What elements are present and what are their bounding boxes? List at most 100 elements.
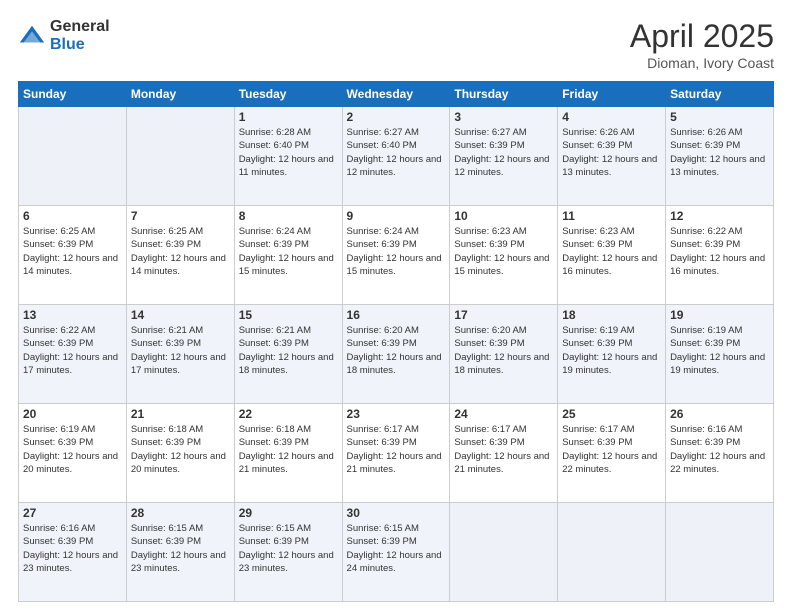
day-cell: 6Sunrise: 6:25 AMSunset: 6:39 PMDaylight… — [19, 206, 127, 305]
title-block: April 2025 Dioman, Ivory Coast — [630, 18, 774, 71]
day-number: 3 — [454, 110, 553, 124]
calendar: SundayMondayTuesdayWednesdayThursdayFrid… — [18, 81, 774, 602]
day-cell: 26 Sunrise: 6:16 AMSunset: 6:39 PMDayligh… — [666, 404, 774, 503]
header: General Blue April 2025 Dioman, Ivory Co… — [18, 18, 774, 71]
day-cell — [450, 503, 558, 602]
day-number: 20 — [23, 407, 122, 421]
day-number: 26 — [670, 407, 769, 421]
day-info: Sunrise: 6:16 AMSunset: 6:39 PMDaylight:… — [670, 423, 769, 476]
day-cell: 15Sunrise: 6:21 AMSunset: 6:39 PMDayligh… — [234, 305, 342, 404]
day-cell: 7 Sunrise: 6:25 AMSunset: 6:39 PMDaylight… — [126, 206, 234, 305]
day-cell: 25Sunrise: 6:17 AMSunset: 6:39 PMDayligh… — [558, 404, 666, 503]
weekday-header-sunday: Sunday — [19, 82, 127, 107]
day-cell — [126, 107, 234, 206]
day-cell: 30 Sunrise: 6:15 AMSunset: 6:39 PMDayligh… — [342, 503, 450, 602]
day-cell: 1 Sunrise: 6:28 AMSunset: 6:40 PMDaylight… — [234, 107, 342, 206]
day-info: Sunrise: 6:20 AMSunset: 6:39 PMDaylight:… — [454, 324, 553, 377]
day-cell: 10 Sunrise: 6:23 AMSunset: 6:39 PMDayligh… — [450, 206, 558, 305]
day-cell — [666, 503, 774, 602]
day-number: 25 — [562, 407, 661, 421]
day-info: Sunrise: 6:15 AMSunset: 6:39 PMDaylight:… — [239, 522, 338, 575]
day-cell: 4 Sunrise: 6:26 AMSunset: 6:39 PMDaylight… — [558, 107, 666, 206]
day-number: 9 — [347, 209, 446, 223]
day-info: Sunrise: 6:24 AMSunset: 6:39 PMDaylight:… — [239, 225, 338, 278]
page: General Blue April 2025 Dioman, Ivory Co… — [0, 0, 792, 612]
day-cell: 29 Sunrise: 6:15 AMSunset: 6:39 PMDayligh… — [234, 503, 342, 602]
day-number: 23 — [347, 407, 446, 421]
day-info: Sunrise: 6:19 AMSunset: 6:39 PMDaylight:… — [670, 324, 769, 377]
day-number: 10 — [454, 209, 553, 223]
day-cell: 19 Sunrise: 6:19 AMSunset: 6:39 PMDayligh… — [666, 305, 774, 404]
day-cell: 8 Sunrise: 6:24 AMSunset: 6:39 PMDaylight… — [234, 206, 342, 305]
day-info: Sunrise: 6:26 AMSunset: 6:39 PMDaylight:… — [670, 126, 769, 179]
day-info: Sunrise: 6:26 AMSunset: 6:39 PMDaylight:… — [562, 126, 661, 179]
day-cell: 5 Sunrise: 6:26 AMSunset: 6:39 PMDaylight… — [666, 107, 774, 206]
day-number: 22 — [239, 407, 338, 421]
day-number: 8 — [239, 209, 338, 223]
day-info: Sunrise: 6:18 AMSunset: 6:39 PMDaylight:… — [239, 423, 338, 476]
day-info: Sunrise: 6:20 AMSunset: 6:39 PMDaylight:… — [347, 324, 446, 377]
day-cell: 17 Sunrise: 6:20 AMSunset: 6:39 PMDayligh… — [450, 305, 558, 404]
day-number: 13 — [23, 308, 122, 322]
day-cell: 13 Sunrise: 6:22 AMSunset: 6:39 PMDayligh… — [19, 305, 127, 404]
month-title: April 2025 — [630, 18, 774, 55]
day-number: 15 — [239, 308, 338, 322]
weekday-header-friday: Friday — [558, 82, 666, 107]
day-info: Sunrise: 6:22 AMSunset: 6:39 PMDaylight:… — [670, 225, 769, 278]
week-row-4: 20 Sunrise: 6:19 AMSunset: 6:39 PMDayligh… — [19, 404, 774, 503]
day-number: 29 — [239, 506, 338, 520]
weekday-header-wednesday: Wednesday — [342, 82, 450, 107]
day-info: Sunrise: 6:19 AMSunset: 6:39 PMDaylight:… — [562, 324, 661, 377]
day-number: 16 — [347, 308, 446, 322]
logo-icon — [18, 22, 46, 50]
day-number: 5 — [670, 110, 769, 124]
day-info: Sunrise: 6:16 AMSunset: 6:39 PMDaylight:… — [23, 522, 122, 575]
day-cell: 27 Sunrise: 6:16 AMSunset: 6:39 PMDayligh… — [19, 503, 127, 602]
day-number: 17 — [454, 308, 553, 322]
day-cell: 28Sunrise: 6:15 AMSunset: 6:39 PMDayligh… — [126, 503, 234, 602]
day-info: Sunrise: 6:17 AMSunset: 6:39 PMDaylight:… — [454, 423, 553, 476]
day-info: Sunrise: 6:19 AMSunset: 6:39 PMDaylight:… — [23, 423, 122, 476]
day-number: 27 — [23, 506, 122, 520]
day-number: 4 — [562, 110, 661, 124]
day-number: 21 — [131, 407, 230, 421]
day-info: Sunrise: 6:15 AMSunset: 6:39 PMDaylight:… — [347, 522, 446, 575]
day-info: Sunrise: 6:15 AMSunset: 6:39 PMDaylight:… — [131, 522, 230, 575]
day-info: Sunrise: 6:24 AMSunset: 6:39 PMDaylight:… — [347, 225, 446, 278]
weekday-header-tuesday: Tuesday — [234, 82, 342, 107]
day-cell: 23 Sunrise: 6:17 AMSunset: 6:39 PMDayligh… — [342, 404, 450, 503]
logo-general: General — [50, 18, 110, 36]
day-info: Sunrise: 6:27 AMSunset: 6:39 PMDaylight:… — [454, 126, 553, 179]
day-cell — [558, 503, 666, 602]
day-number: 30 — [347, 506, 446, 520]
day-info: Sunrise: 6:18 AMSunset: 6:39 PMDaylight:… — [131, 423, 230, 476]
day-cell: 3 Sunrise: 6:27 AMSunset: 6:39 PMDaylight… — [450, 107, 558, 206]
day-cell: 16 Sunrise: 6:20 AMSunset: 6:39 PMDayligh… — [342, 305, 450, 404]
day-info: Sunrise: 6:25 AMSunset: 6:39 PMDaylight:… — [23, 225, 122, 278]
day-cell — [19, 107, 127, 206]
logo: General Blue — [18, 18, 110, 53]
day-info: Sunrise: 6:22 AMSunset: 6:39 PMDaylight:… — [23, 324, 122, 377]
day-cell: 21 Sunrise: 6:18 AMSunset: 6:39 PMDayligh… — [126, 404, 234, 503]
day-cell: 18Sunrise: 6:19 AMSunset: 6:39 PMDayligh… — [558, 305, 666, 404]
day-number: 7 — [131, 209, 230, 223]
day-info: Sunrise: 6:28 AMSunset: 6:40 PMDaylight:… — [239, 126, 338, 179]
day-number: 11 — [562, 209, 661, 223]
day-cell: 2Sunrise: 6:27 AMSunset: 6:40 PMDaylight… — [342, 107, 450, 206]
day-number: 14 — [131, 308, 230, 322]
week-row-5: 27 Sunrise: 6:16 AMSunset: 6:39 PMDayligh… — [19, 503, 774, 602]
day-info: Sunrise: 6:25 AMSunset: 6:39 PMDaylight:… — [131, 225, 230, 278]
weekday-header-thursday: Thursday — [450, 82, 558, 107]
day-info: Sunrise: 6:21 AMSunset: 6:39 PMDaylight:… — [131, 324, 230, 377]
day-cell: 22 Sunrise: 6:18 AMSunset: 6:39 PMDayligh… — [234, 404, 342, 503]
day-info: Sunrise: 6:23 AMSunset: 6:39 PMDaylight:… — [454, 225, 553, 278]
day-info: Sunrise: 6:17 AMSunset: 6:39 PMDaylight:… — [347, 423, 446, 476]
day-number: 19 — [670, 308, 769, 322]
week-row-2: 6Sunrise: 6:25 AMSunset: 6:39 PMDaylight… — [19, 206, 774, 305]
day-cell: 12 Sunrise: 6:22 AMSunset: 6:39 PMDayligh… — [666, 206, 774, 305]
logo-blue: Blue — [50, 36, 110, 54]
day-number: 1 — [239, 110, 338, 124]
day-number: 12 — [670, 209, 769, 223]
day-number: 2 — [347, 110, 446, 124]
logo-text: General Blue — [50, 18, 110, 53]
